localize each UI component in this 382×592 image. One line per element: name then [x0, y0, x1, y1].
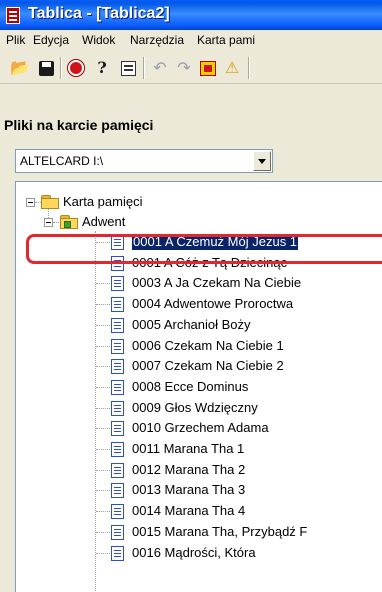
document-icon [111, 359, 124, 374]
tree-root-label[interactable]: Karta pamięci [63, 194, 142, 210]
tree-connector [96, 325, 110, 326]
chevron-down-icon[interactable] [253, 151, 271, 171]
tree-connector [96, 263, 110, 264]
toolbar: 📂 ? ↶ ↷ ⚠ [0, 53, 382, 84]
document-icon [111, 276, 124, 291]
document-icon [111, 235, 124, 250]
document-icon [111, 318, 124, 333]
menu-narzedzia[interactable]: Narzędzia [130, 33, 184, 47]
folder-icon [60, 215, 78, 229]
tree-connector [96, 490, 110, 491]
redo-icon[interactable]: ↷ [174, 58, 194, 78]
menu-widok[interactable]: Widok [82, 33, 115, 47]
open-folder-icon[interactable]: 📂 [10, 58, 30, 78]
menu-plik[interactable]: Plik [6, 33, 25, 47]
tree-file-item[interactable]: 0003 A Ja Czekam Na Ciebie [132, 275, 301, 291]
tree-connector [96, 470, 110, 471]
app-icon [6, 7, 20, 24]
document-icon [111, 463, 124, 478]
document-icon [111, 525, 124, 540]
undo-icon[interactable]: ↶ [150, 58, 170, 78]
tree-file-item[interactable]: 0006 Czekam Na Ciebie 1 [132, 338, 284, 354]
tree-file-item[interactable]: 0005 Archanioł Boży [132, 317, 251, 333]
toolbar-separator [60, 57, 62, 79]
document-icon [111, 546, 124, 561]
tree-connector [96, 449, 110, 450]
tree-connector [96, 346, 110, 347]
file-tree[interactable]: Karta pamięci Adwent 0001 A Czemuż Mój J… [15, 181, 382, 592]
tree-connector [96, 387, 110, 388]
tree-file-item[interactable]: 0012 Marana Tha 2 [132, 462, 245, 478]
document-icon [111, 483, 124, 498]
tree-file-item[interactable]: 0008 Ecce Dominus [132, 379, 248, 395]
tree-file-item[interactable]: 0014 Marana Tha 4 [132, 503, 245, 519]
card-icon[interactable] [198, 58, 218, 78]
folder-icon [41, 195, 59, 209]
panel-title: Pliki na karcie pamięci [4, 117, 154, 133]
window-title: Tablica - [Tablica2] [28, 5, 170, 22]
tree-connector [96, 511, 110, 512]
tree-file-item[interactable]: 0016 Mądrości, Która [132, 545, 256, 561]
tree-connector [96, 532, 110, 533]
stop-icon[interactable] [66, 58, 86, 78]
document-icon [111, 421, 124, 436]
tree-connector [96, 366, 110, 367]
app-window: Tablica - [Tablica2] Plik Edycja Widok N… [0, 0, 382, 592]
title-bar[interactable]: Tablica - [Tablica2] [0, 0, 382, 30]
toolbar-separator [143, 57, 145, 79]
drive-select-value: ALTELCARD I:\ [20, 154, 104, 168]
tree-connector [96, 553, 110, 554]
tree-connector [96, 408, 110, 409]
tree-file-item[interactable]: 0001 A Czemuż Mój Jezus 1 [130, 233, 300, 251]
collapse-folder-button[interactable] [44, 218, 53, 227]
document-icon [111, 380, 124, 395]
document-icon [111, 442, 124, 457]
tree-connector [96, 428, 110, 429]
properties-icon[interactable] [118, 58, 138, 78]
tree-file-item[interactable]: 0010 Grzechem Adama [132, 420, 269, 436]
save-icon[interactable] [36, 58, 56, 78]
help-icon[interactable]: ? [92, 58, 112, 78]
tree-connector [96, 304, 110, 305]
toolbar-separator [248, 57, 250, 79]
document-icon [111, 504, 124, 519]
warning-icon[interactable]: ⚠ [222, 58, 242, 78]
document-icon [111, 339, 124, 354]
tree-connector [96, 242, 110, 243]
tree-file-item[interactable]: 0013 Marana Tha 3 [132, 482, 245, 498]
menu-karta-pamieci[interactable]: Karta pami [197, 33, 255, 47]
tree-connector [96, 283, 110, 284]
tree-file-item[interactable]: 0001 A Cóż z Tą Dziecinąc [132, 255, 287, 271]
drive-select[interactable]: ALTELCARD I:\ [15, 149, 273, 173]
document-icon [111, 297, 124, 312]
tree-file-item[interactable]: 0004 Adwentowe Proroctwa [132, 296, 293, 312]
document-icon [111, 401, 124, 416]
tree-file-item[interactable]: 0015 Marana Tha, Przybądź F [132, 524, 307, 540]
tree-folder-label[interactable]: Adwent [82, 214, 125, 230]
tree-file-item[interactable]: 0011 Marana Tha 1 [132, 441, 244, 457]
menu-bar: Plik Edycja Widok Narzędzia Karta pami [0, 30, 382, 51]
tree-file-item[interactable]: 0009 Głos Wdzięczny [132, 400, 258, 416]
document-icon [111, 256, 124, 271]
menu-edycja[interactable]: Edycja [33, 33, 69, 47]
collapse-root-button[interactable] [26, 198, 35, 207]
tree-file-item[interactable]: 0007 Czekam Na Ciebie 2 [132, 358, 284, 374]
